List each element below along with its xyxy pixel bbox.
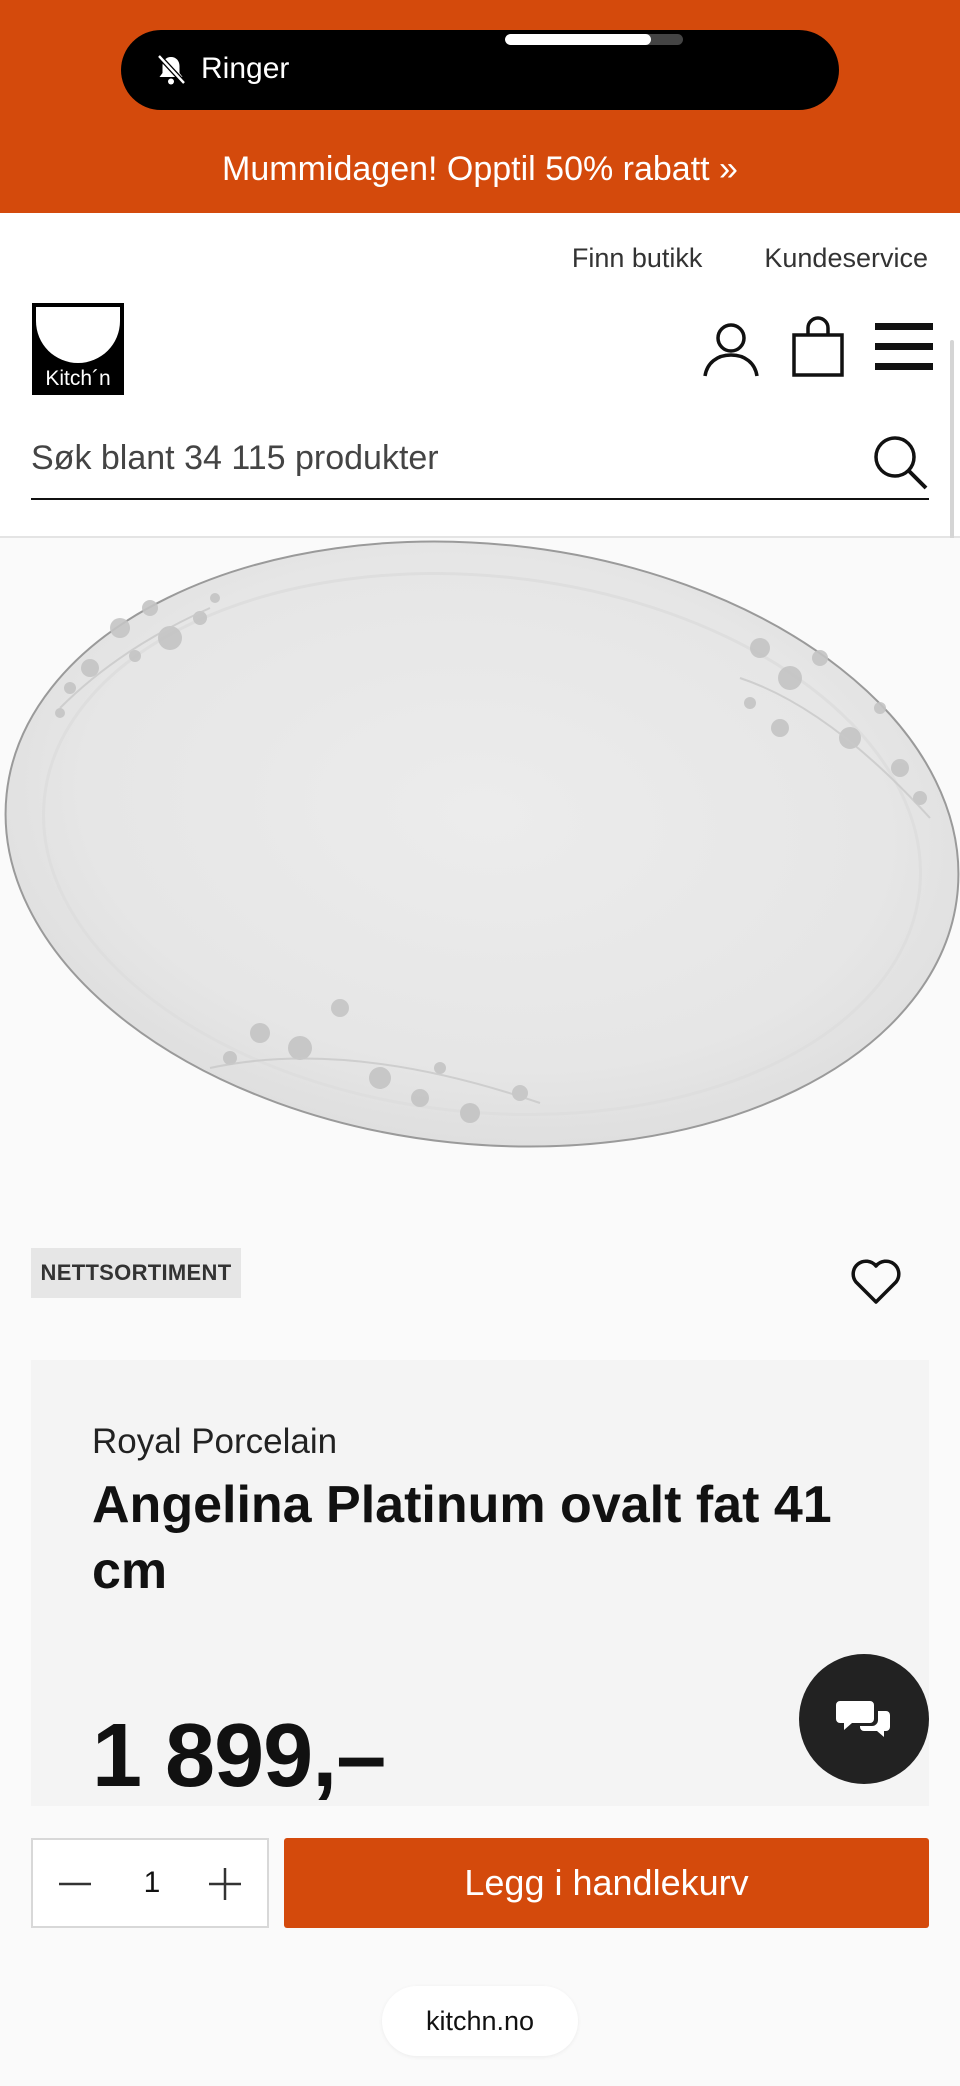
add-to-cart-button[interactable]: Legg i handlekurv [284, 1838, 929, 1928]
chat-button[interactable] [799, 1654, 929, 1784]
heart-icon[interactable] [850, 1258, 902, 1306]
product-image[interactable] [0, 538, 960, 1158]
logo-bowl-shape [36, 307, 120, 363]
cart-icon[interactable] [790, 315, 846, 379]
ringer-label: Ringer [201, 52, 290, 85]
menu-icon[interactable] [875, 321, 933, 373]
volume-level-fill [505, 34, 651, 45]
ringer-status-pill: Ringer [121, 30, 839, 110]
bell-slash-icon [157, 54, 186, 85]
search-input[interactable] [31, 423, 851, 493]
account-icon[interactable] [700, 318, 762, 380]
browser-url-bar[interactable]: kitchn.no [382, 1986, 578, 2056]
utility-links: Finn butikk Kundeservice [572, 243, 928, 274]
product-info-panel: Royal Porcelain Angelina Platinum ovalt … [31, 1360, 929, 1806]
product-brand[interactable]: Royal Porcelain [92, 1422, 337, 1462]
availability-badge: NETTSORTIMENT [31, 1248, 241, 1298]
plus-icon[interactable] [203, 1862, 247, 1906]
promo-banner: Ringer Mummidagen! Opptil 50% rabatt » [0, 0, 960, 213]
customer-service-link[interactable]: Kundeservice [764, 243, 928, 274]
logo-text: Kitch´n [45, 367, 111, 390]
site-header: Finn butikk Kundeservice Kitch´n [0, 213, 960, 538]
chat-bubbles-icon [836, 1701, 890, 1737]
find-store-link[interactable]: Finn butikk [572, 243, 703, 274]
product-price: 1 899,– [92, 1706, 386, 1806]
quantity-stepper: 1 [31, 1838, 269, 1928]
volume-level-bar [505, 34, 683, 45]
kitchn-logo[interactable]: Kitch´n [32, 303, 124, 395]
search-icon[interactable] [871, 433, 929, 491]
scrollbar[interactable] [950, 340, 954, 550]
product-title: Angelina Platinum ovalt fat 41 cm [92, 1476, 832, 1600]
search-bar [31, 423, 929, 500]
promo-link[interactable]: Mummidagen! Opptil 50% rabatt » [0, 150, 960, 189]
